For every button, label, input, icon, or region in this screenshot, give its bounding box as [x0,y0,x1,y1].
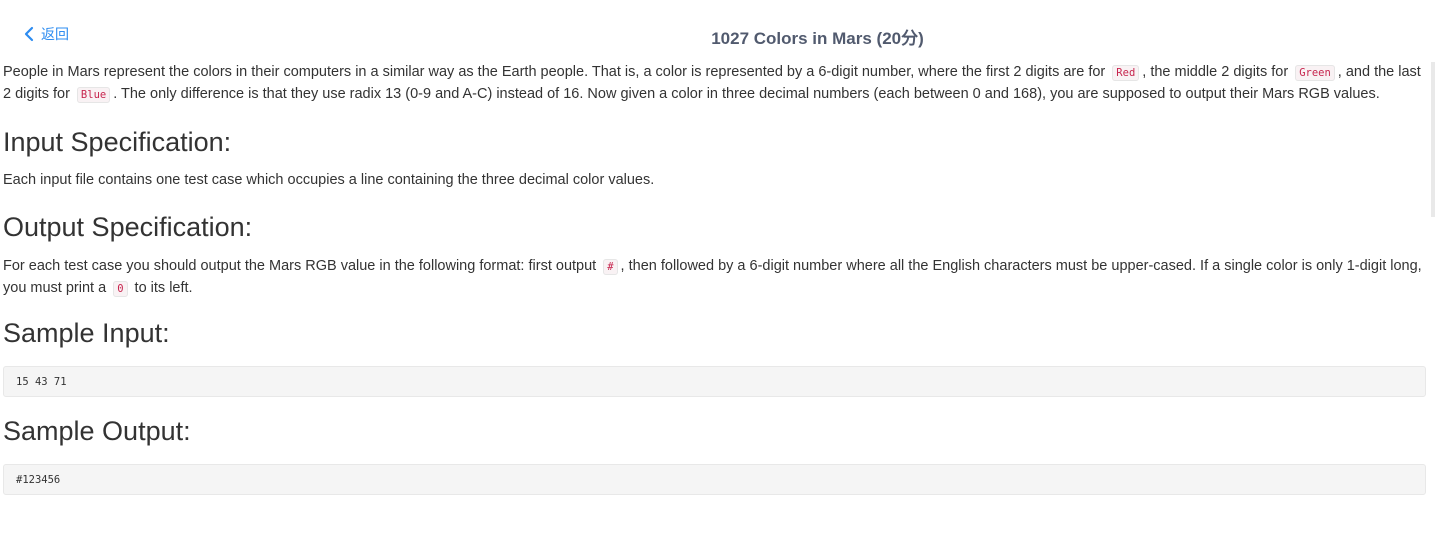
input-spec-heading: Input Specification: [3,127,232,157]
page-title: 1027 Colors in Mars (20分) [711,29,924,48]
scrollbar[interactable] [1431,62,1435,217]
code-green: Green [1295,65,1335,81]
problem-content: People in Mars represent the colors in t… [3,62,1427,495]
output-spec-text: For each test case you should output the… [3,256,1427,300]
problem-description: People in Mars represent the colors in t… [3,62,1427,106]
description-text: People in Mars represent the colors in t… [3,64,1110,80]
sample-input-code: 15 43 71 [3,366,1426,397]
description-text: , the middle 2 digits for [1142,64,1293,80]
code-red: Red [1112,65,1140,81]
output-spec-text-part: For each test case you should output the… [3,258,601,274]
output-spec-heading: Output Specification: [3,212,253,242]
description-text: . The only difference is that they use r… [113,86,1380,102]
top-bar: 返回 1027 Colors in Mars (20分) [0,0,1435,62]
code-zero: 0 [113,281,128,297]
sample-input-heading: Sample Input: [3,318,170,348]
input-spec-text: Each input file contains one test case w… [3,172,655,188]
code-hash: # [603,259,618,275]
sample-output-code: #123456 [3,464,1426,495]
sample-output-heading: Sample Output: [3,416,191,446]
output-spec-text-part: to its left. [130,280,193,296]
code-blue: Blue [76,87,111,103]
